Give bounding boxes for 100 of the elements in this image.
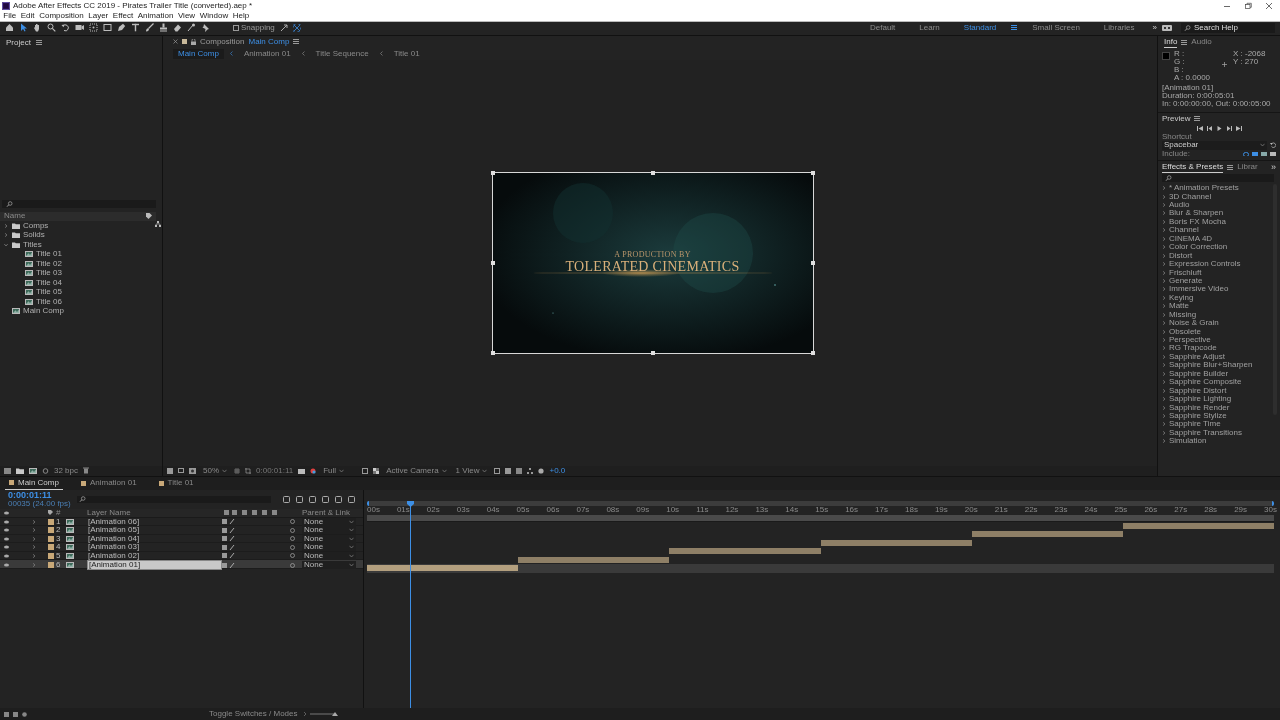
arrow-icon[interactable] — [19, 23, 28, 33]
layer-row[interactable]: 6 [Animation 01] None — [0, 560, 363, 569]
effect-category[interactable]: Color Correction — [1160, 243, 1273, 252]
effect-category[interactable]: Sapphire Composite — [1160, 378, 1273, 387]
roto-icon[interactable] — [187, 23, 196, 33]
layer-bar[interactable] — [1122, 522, 1274, 529]
effect-category[interactable]: Boris FX Mocha — [1160, 217, 1273, 227]
switches-icon[interactable] — [222, 536, 236, 542]
effect-category[interactable]: CINEMA 4D — [1160, 234, 1273, 243]
transform-handle[interactable] — [650, 170, 655, 175]
effect-category[interactable]: Perspective — [1160, 335, 1273, 345]
breadcrumb[interactable]: Main Comp — [173, 48, 224, 59]
transform-handle[interactable] — [490, 350, 495, 355]
effect-category[interactable]: Sapphire Lighting — [1160, 394, 1273, 404]
layer-row[interactable]: 4 [Animation 03] None — [0, 543, 363, 552]
parent-dropdown[interactable]: None — [302, 543, 356, 552]
view-dropdown[interactable]: 1 View — [453, 466, 490, 475]
tree-item[interactable]: Title 03 — [0, 268, 154, 278]
hand-icon[interactable] — [33, 23, 42, 33]
panel-tab[interactable]: Librar — [1237, 162, 1258, 173]
toggle-switches-button[interactable]: Toggle Switches / Modes — [209, 710, 298, 718]
effect-category[interactable]: Frischluft — [1160, 268, 1273, 277]
resolution-dropdown[interactable]: Full — [321, 466, 347, 475]
panel-tab[interactable]: Info — [1164, 36, 1178, 48]
transform-handle[interactable] — [650, 350, 655, 355]
reset-icon[interactable] — [1270, 142, 1276, 149]
menu-icon[interactable] — [1227, 164, 1234, 170]
tree-item[interactable]: Title 01 — [0, 249, 154, 259]
search-field[interactable]: Search Help — [1181, 22, 1275, 33]
menu-icon[interactable] — [1194, 116, 1201, 122]
brush-icon[interactable] — [145, 23, 154, 33]
menu-icon[interactable] — [1011, 25, 1018, 31]
transform-handle[interactable] — [490, 260, 495, 265]
effect-category[interactable]: * Animation Presets — [1160, 183, 1273, 193]
layer-bar[interactable] — [669, 548, 821, 555]
menu-item[interactable]: File — [1, 11, 19, 20]
switches-icon[interactable] — [222, 562, 236, 568]
effect-category[interactable]: Simulation — [1160, 437, 1273, 446]
panel-tab[interactable]: Effects & Presets — [1162, 161, 1224, 173]
trash-icon[interactable] — [83, 467, 90, 475]
transform-handle[interactable] — [810, 260, 815, 265]
switches-icon[interactable] — [222, 553, 236, 559]
last-frame-icon[interactable] — [1235, 125, 1242, 131]
tree-item[interactable]: Comps — [0, 220, 154, 231]
eraser-icon[interactable] — [173, 23, 182, 33]
parent-dropdown[interactable]: None — [302, 551, 356, 560]
zoom-icon[interactable] — [47, 23, 56, 33]
effect-category[interactable]: Sapphire Render — [1160, 403, 1273, 412]
effect-category[interactable]: Audio — [1160, 200, 1273, 210]
layer-bar[interactable] — [971, 531, 1123, 538]
transparency-icon[interactable] — [373, 467, 380, 474]
effect-category[interactable]: Sapphire Transitions — [1160, 428, 1273, 438]
comp-tab[interactable]: Main Comp — [5, 476, 63, 490]
menu-item[interactable]: Composition — [36, 11, 86, 20]
workspace-tab[interactable]: Standard — [954, 23, 1006, 32]
tree-item[interactable]: Title 06 — [0, 296, 154, 307]
workspace-tab[interactable]: Small Screen — [1023, 23, 1089, 32]
flowchart-icon[interactable] — [527, 467, 534, 474]
twirl-closed-icon[interactable] — [4, 223, 8, 228]
effect-category[interactable]: Distort — [1160, 251, 1273, 260]
switches-icon[interactable] — [222, 519, 236, 525]
effect-category[interactable]: Generate — [1160, 276, 1273, 286]
menu-icon[interactable] — [1181, 39, 1188, 45]
overflow-button[interactable]: » — [1152, 23, 1157, 32]
menu-item[interactable]: View — [175, 11, 198, 20]
camera-icon[interactable] — [298, 467, 306, 474]
effect-category[interactable]: Expression Controls — [1160, 259, 1273, 269]
menu-item[interactable]: Help — [230, 11, 252, 20]
menu-item[interactable]: Layer — [85, 11, 111, 20]
tree-item[interactable]: Titles — [0, 239, 154, 250]
effect-category[interactable]: Sapphire Adjust — [1160, 352, 1273, 362]
tree-item[interactable]: Title 05 — [0, 287, 154, 297]
breadcrumb[interactable]: Animation 01 — [238, 48, 296, 59]
play-icon[interactable] — [1216, 125, 1222, 131]
tree-item[interactable]: Main Comp — [0, 306, 154, 316]
switches-icon[interactable] — [222, 544, 236, 550]
transform-handle[interactable] — [490, 170, 495, 175]
effect-category[interactable]: Missing — [1160, 310, 1273, 319]
type-tool-icon[interactable] — [131, 23, 140, 33]
switches-icon[interactable] — [222, 527, 236, 533]
effect-category[interactable]: Sapphire Builder — [1160, 369, 1273, 378]
workspace-tab[interactable]: Default — [861, 23, 905, 32]
layer-bar[interactable] — [820, 539, 972, 546]
search-field[interactable] — [2, 199, 156, 208]
menu-item[interactable]: Effect — [110, 11, 136, 20]
workspace-tab[interactable]: Learn — [910, 23, 949, 32]
loop-icon[interactable] — [1243, 152, 1249, 157]
pin-icon[interactable] — [201, 23, 210, 33]
parent-dropdown[interactable]: None — [302, 561, 356, 570]
close-icon[interactable] — [173, 39, 178, 45]
stamp-icon[interactable] — [159, 23, 168, 33]
current-time[interactable]: 0:00:01:11 — [256, 466, 294, 475]
effect-category[interactable]: Sapphire Stylize — [1160, 411, 1273, 421]
breadcrumb[interactable]: Title 01 — [388, 48, 425, 59]
layer-row[interactable]: 2 [Animation 05] None — [0, 526, 363, 535]
effect-category[interactable]: Noise & Grain — [1160, 318, 1273, 328]
menu-icon[interactable] — [293, 39, 300, 45]
search-field[interactable] — [76, 495, 271, 503]
next-frame-icon[interactable] — [1225, 125, 1232, 131]
effect-category[interactable]: Sapphire Distort — [1160, 386, 1273, 395]
